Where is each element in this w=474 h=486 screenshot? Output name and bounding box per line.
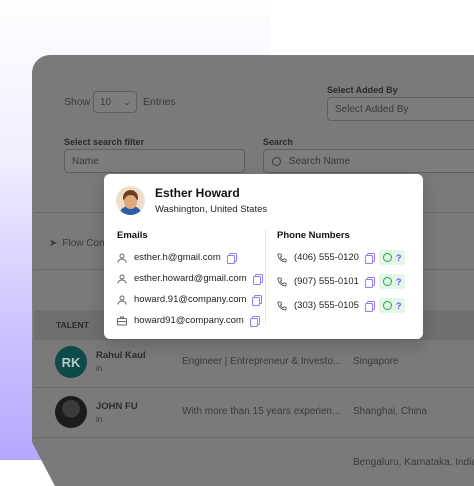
page-size-value: 10	[100, 96, 112, 108]
status-badge: ?	[395, 300, 402, 311]
email-item: howard91@company.com	[117, 315, 260, 327]
divider	[34, 387, 474, 388]
phone-item: (303) 555-0105 ?	[277, 298, 406, 313]
search-icon	[272, 156, 281, 166]
talent-description: With more than 15 years experien...	[182, 406, 341, 417]
page-size-select[interactable]: 10 ⌄	[93, 91, 137, 113]
talent-name: Rahul Kaul	[96, 350, 146, 361]
screen: Show 10 ⌄ Entries Select Added By Select…	[0, 0, 474, 486]
contact-card: Esther Howard Washington, United States …	[104, 174, 423, 339]
added-by-label: Select Added By	[327, 85, 398, 95]
briefcase-icon	[117, 316, 127, 326]
user-icon	[117, 295, 127, 305]
emails-heading: Emails	[117, 230, 148, 241]
avatar	[116, 186, 145, 215]
whatsapp-status-chip[interactable]: ?	[378, 250, 406, 265]
talent-location: Shanghai, China	[353, 406, 427, 417]
phone-icon	[277, 277, 287, 287]
flow-control-tab[interactable]: ➤ Flow Con	[49, 238, 105, 249]
chevron-down-icon: ⌄	[123, 96, 131, 107]
phone-value: (907) 555-0101	[294, 276, 359, 287]
show-label: Show	[64, 96, 91, 108]
whatsapp-icon	[382, 277, 392, 286]
filter-value: Name	[72, 155, 99, 167]
email-value: esther.howard@gmail.com	[134, 273, 247, 284]
status-badge: ?	[395, 276, 402, 287]
send-icon: ➤	[49, 238, 58, 249]
copy-icon[interactable]	[364, 300, 375, 312]
phone-icon	[277, 301, 287, 311]
linkedin-icon[interactable]: in	[96, 364, 102, 373]
phones-heading: Phone Numbers	[277, 230, 350, 241]
copy-icon[interactable]	[252, 273, 263, 285]
divider	[34, 437, 474, 438]
talent-description: Engineer | Entrepreneur & Investo...	[182, 356, 342, 367]
contact-location: Washington, United States	[155, 204, 268, 215]
phone-item: (907) 555-0101 ?	[277, 274, 406, 289]
status-badge: ?	[395, 252, 402, 263]
email-item: esther.howard@gmail.com	[117, 273, 263, 285]
copy-icon[interactable]	[364, 276, 375, 288]
divider	[265, 230, 266, 324]
user-icon	[117, 253, 127, 263]
talent-column-header: TALENT	[56, 320, 89, 330]
email-value: esther.h@gmail.com	[134, 252, 221, 263]
copy-icon[interactable]	[226, 252, 237, 264]
whatsapp-status-chip[interactable]: ?	[378, 298, 406, 313]
filter-label: Select search filter	[64, 137, 145, 147]
copy-icon[interactable]	[249, 315, 260, 327]
flow-control-label: Flow Con	[62, 238, 105, 249]
user-icon	[117, 274, 127, 284]
phone-value: (303) 555-0105	[294, 300, 359, 311]
talent-location: Bengaluru, Karnataka, India	[353, 457, 474, 468]
copy-icon[interactable]	[252, 294, 263, 306]
search-label: Search	[263, 137, 294, 147]
whatsapp-icon	[382, 253, 392, 262]
email-value: howard.91@company.com	[134, 294, 247, 305]
copy-icon[interactable]	[364, 252, 375, 264]
whatsapp-status-chip[interactable]: ?	[378, 274, 406, 289]
search-placeholder: Search Name	[289, 155, 351, 167]
email-item: howard.91@company.com	[117, 294, 263, 306]
added-by-select[interactable]: Select Added By	[327, 97, 474, 121]
talent-name: JOHN FU	[96, 401, 138, 412]
added-by-placeholder: Select Added By	[335, 103, 409, 115]
linkedin-icon[interactable]: in	[96, 415, 102, 424]
avatar	[55, 396, 87, 428]
email-value: howard91@company.com	[134, 315, 244, 326]
contact-name: Esther Howard	[155, 186, 240, 200]
search-input[interactable]: Search Name	[263, 149, 474, 173]
whatsapp-icon	[382, 301, 392, 310]
email-item: esther.h@gmail.com	[117, 252, 237, 264]
filter-select[interactable]: Name	[64, 149, 245, 173]
phone-value: (406) 555-0120	[294, 252, 359, 263]
talent-location: Singapore	[353, 356, 399, 367]
phone-item: (406) 555-0120 ?	[277, 250, 406, 265]
phone-icon	[277, 253, 287, 263]
entries-label: Entries	[143, 96, 176, 108]
avatar: RK	[55, 346, 87, 378]
